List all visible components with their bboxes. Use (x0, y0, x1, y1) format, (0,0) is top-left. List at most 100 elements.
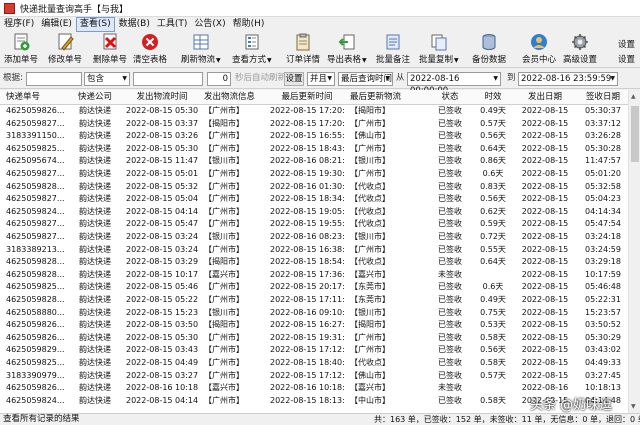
table-row[interactable]: 4625095674... 韵达快递 2022-08-15 11:47:57 【银川市… (0, 155, 628, 168)
menu-notice[interactable]: 公告(X) (191, 18, 228, 31)
table-row[interactable]: 3183391150... 韵达快递 2022-08-15 03:26:28 【广州市… (0, 130, 628, 143)
table-cell: 【揭阳市】 (350, 320, 390, 330)
logic-select[interactable]: 并且 ▼ (307, 72, 335, 86)
table-row[interactable]: 4625059828... 韵达快递 2022-08-15 03:29:18 【揭阳市… (0, 256, 628, 269)
filter-label: 根据: (3, 73, 23, 83)
menu-data[interactable]: 数据(B) (116, 18, 153, 31)
table-cell: 2022-08-15 (521, 370, 569, 380)
col-last-update-time[interactable]: 最后更新时间 (270, 90, 344, 104)
table-cell: 韵达快递 (79, 370, 111, 380)
table-row[interactable]: 3183389213... 韵达快递 2022-08-15 03:24:59 【广州市… (0, 244, 628, 257)
table-cell: 韵达快递 (79, 143, 111, 153)
table-cell: 2022-08-16 08:23:11 (270, 232, 344, 241)
table-cell: 05:46:48 (585, 282, 621, 292)
table-row[interactable]: 4625059827... 韵达快递 2022-08-15 05:47:54 【广州市… (0, 218, 628, 231)
table-row[interactable]: 4625059825... 韵达快递 2022-08-15 05:30:28 【广州市… (0, 143, 628, 156)
scroll-up-icon[interactable]: ▲ (631, 93, 636, 100)
table-cell: 韵达快递 (79, 282, 111, 292)
table-row[interactable]: 4625059826... 韵达快递 2022-08-16 10:18:13 【嘉兴市… (0, 382, 628, 395)
tracking-table: 快递单号 快递公司 发出物流时间 发出物流信息 最后更新时间 最后更新物流 状态… (0, 90, 640, 413)
col-dispatch-time[interactable]: 发出物流时间 (126, 90, 198, 104)
table-row[interactable]: 4625059827... 韵达快递 2022-08-15 03:24:18 【银川市… (0, 231, 628, 244)
scroll-thumb[interactable] (631, 106, 639, 162)
settings-button[interactable]: 设置 (284, 72, 304, 86)
add-number-button[interactable]: 添加单号 (4, 33, 38, 67)
table-cell: 2022-08-16 09:10:51 (270, 307, 344, 317)
order-detail-button[interactable]: 订单详情 (286, 33, 320, 67)
table-row[interactable]: 4625059825... 韵达快递 2022-08-15 04:49:33 【广州市… (0, 357, 628, 370)
toolbar: 添加单号 修改单号 删除单号 清空表格 刷新物流▼ 查看方式▼ 订单详情 导出表… (0, 32, 640, 68)
vertical-scrollbar[interactable]: ▲ ▼ (628, 90, 640, 413)
from-label: 从 (396, 73, 405, 83)
menu-edit[interactable]: 编辑(E) (38, 18, 75, 31)
table-row[interactable]: 4625059828... 韵达快递 2022-08-15 05:32:58 【广州市… (0, 181, 628, 194)
col-courier[interactable]: 快递公司 (64, 90, 126, 104)
table-row[interactable]: 3183390979... 韵达快递 2022-08-15 03:27:45 【广州市… (0, 370, 628, 383)
col-sign-date[interactable]: 签收日期 (578, 90, 628, 104)
table-row[interactable]: 4625059827... 韵达快递 2022-08-15 05:04:23 【广州市… (0, 193, 628, 206)
table-cell: 3183389213... (6, 244, 64, 254)
export-table-button[interactable]: 导出表格▼ (327, 33, 367, 67)
col-tracking-number[interactable]: 快递单号 (0, 90, 64, 104)
refresh-logistics-button[interactable]: 刷新物流▼ (181, 33, 221, 67)
table-cell: 05:32:58 (585, 181, 621, 191)
col-dispatch-info[interactable]: 发出物流信息 (198, 90, 270, 104)
scroll-down-icon[interactable]: ▼ (631, 403, 636, 410)
table-row[interactable]: 4625059825... 韵达快递 2022-08-15 05:46:48 【广州市… (0, 281, 628, 294)
table-cell: 03:50:52 (585, 320, 621, 330)
table-cell: 已签收 (438, 282, 462, 292)
table-cell: 05:47:54 (585, 219, 621, 229)
table-cell: 已签收 (438, 181, 462, 191)
advanced-settings-button[interactable]: 高级设置 (563, 33, 597, 67)
table-cell: 【嘉兴市】 (204, 383, 244, 393)
table-row[interactable]: 4625059828... 韵达快递 2022-08-15 05:22:31 【广州市… (0, 294, 628, 307)
menu-program[interactable]: 程序(F) (1, 18, 37, 31)
table-cell: 韵达快递 (79, 332, 111, 342)
table-row[interactable]: 4625058880... 韵达快递 2022-08-15 15:23:57 【银川市… (0, 307, 628, 320)
table-row[interactable]: 4625059826... 韵达快递 2022-08-15 05:30:29 【广州市… (0, 332, 628, 345)
batch-copy-button[interactable]: 批量复制▼ (419, 33, 459, 67)
table-row[interactable]: 4625059828... 韵达快递 2022-08-15 10:17:59 【嘉兴市… (0, 269, 628, 282)
edit-number-button[interactable]: 修改单号 (48, 33, 82, 67)
contains-select[interactable]: 包含 ▼ (84, 72, 130, 86)
filter-field-input[interactable] (26, 72, 82, 86)
refresh-seconds-input[interactable]: 0 (207, 72, 231, 86)
table-row[interactable]: 4625059829... 韵达快递 2022-08-15 03:43:02 【广州市… (0, 344, 628, 357)
date-from-picker[interactable]: 2022-08-16 00:00:00▼ (407, 72, 501, 96)
member-center-button[interactable]: 会员中心 (522, 33, 556, 67)
table-cell: 【广州市】 (204, 332, 244, 342)
clipboard-icon (294, 33, 312, 51)
col-duration[interactable]: 时效 (474, 90, 512, 104)
col-status[interactable]: 状态 (426, 90, 474, 104)
col-ship-date[interactable]: 发出日期 (512, 90, 578, 104)
batch-notes-button[interactable]: 批量备注 (376, 33, 410, 67)
table-cell: 2022-08-15 16:38:47 (270, 244, 344, 254)
table-cell: 2022-08-15 18:40:10 (270, 358, 344, 367)
sort-field-select[interactable]: 最后查询时间 ▼ (338, 72, 393, 86)
settings-link-2[interactable]: 设置 (618, 53, 635, 65)
table-cell: 05:30:29 (585, 332, 621, 342)
table-cell: 05:04:23 (585, 194, 621, 204)
backup-data-button[interactable]: 备份数据 (472, 33, 506, 67)
table-cell: 韵达快递 (79, 358, 111, 367)
table-cell: 韵达快递 (79, 383, 111, 393)
view-mode-button[interactable]: 查看方式▼ (232, 33, 272, 67)
table-row[interactable]: 4625059826... 韵达快递 2022-08-15 05:30:37 【广州市… (0, 105, 628, 118)
menu-view[interactable]: 查看(S) (75, 17, 115, 32)
keyword-input[interactable] (133, 72, 203, 86)
table-cell: 4625059829... (6, 345, 64, 355)
table-row[interactable]: 4625059824... 韵达快递 2022-08-15 04:14:34 【广州市… (0, 206, 628, 219)
table-row[interactable]: 4625059827... 韵达快递 2022-08-15 05:01:20 【广州市… (0, 168, 628, 181)
clear-table-button[interactable]: 清空表格 (133, 33, 167, 67)
settings-link-1[interactable]: 设置 (618, 38, 635, 50)
table-cell: 【代收点】 (350, 257, 390, 267)
title-bar: 快递批量查询高手【与我】 (0, 0, 640, 17)
table-row[interactable]: 4625059827... 韵达快递 2022-08-15 03:37:12 【揭阳市… (0, 118, 628, 131)
col-last-update-info[interactable]: 最后更新物流 (344, 90, 426, 104)
menu-tools[interactable]: 工具(T) (154, 18, 191, 31)
menu-help[interactable]: 帮助(H) (230, 18, 268, 31)
date-to-picker[interactable]: 2022-08-16 23:59:59 ▼ (518, 72, 618, 86)
table-row[interactable]: 4625059826... 韵达快递 2022-08-15 03:50:52 【揭阳市… (0, 319, 628, 332)
table-cell: 【广州市】 (350, 118, 390, 128)
delete-number-button[interactable]: 删除单号 (93, 33, 127, 67)
